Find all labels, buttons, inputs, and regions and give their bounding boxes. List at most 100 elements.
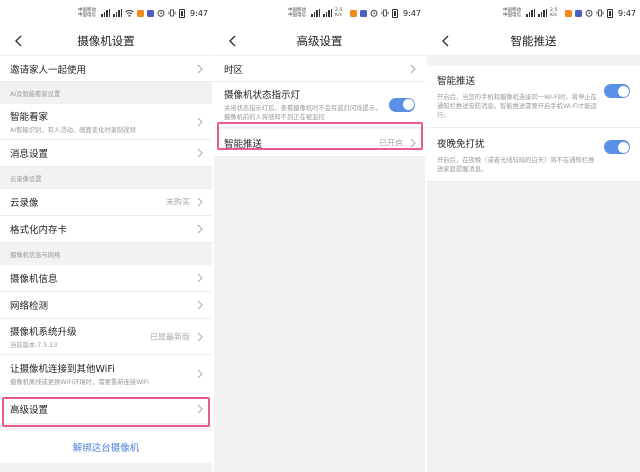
vibrate-icon xyxy=(168,9,176,17)
chevron-right-icon xyxy=(410,138,416,147)
status-time: 9:47 xyxy=(403,8,421,18)
invite-family-row[interactable]: 邀请家人一起使用 xyxy=(0,56,212,82)
battery-icon xyxy=(179,8,186,18)
back-arrow-icon[interactable] xyxy=(439,34,453,48)
status-bar: 中国移动 中国电信 2.5 K/s 9:47 xyxy=(427,0,640,26)
cloud-recording-label: 云录像 xyxy=(10,198,39,209)
advanced-settings-screen: 中国移动 中国电信 2.5 K/s 9:47 高级设置 时区 摄像机状态指示灯 关… xyxy=(214,0,425,472)
app-notification-icon xyxy=(575,9,583,17)
nav-bar: 高级设置 xyxy=(214,26,425,56)
page-title: 智能推送 xyxy=(510,33,557,48)
nav-bar: 摄像机设置 xyxy=(0,26,212,56)
status-indicator-desc: 关闭状态指示灯后，查看摄像机时不会有蓝灯闪烁提示，摄像机前的人将感知不到正在被监… xyxy=(224,105,382,121)
smart-push-label: 智能推送 xyxy=(224,138,263,150)
page-title: 摄像机设置 xyxy=(77,33,135,48)
smart-push-screen: 中国移动 中国电信 2.5 K/s 9:47 智能推送 智能推送 开启后，当您的手… xyxy=(427,0,640,472)
status-indicator-row: 摄像机状态指示灯 关闭状态指示灯后，查看摄像机时不会有蓝灯闪烁提示，摄像机前的人… xyxy=(214,82,425,128)
chevron-right-icon xyxy=(197,117,203,126)
chevron-right-icon xyxy=(197,224,203,234)
advanced-settings-row[interactable]: 高级设置 xyxy=(0,394,212,424)
alarm-icon xyxy=(585,9,593,17)
message-settings-label: 消息设置 xyxy=(10,149,49,160)
chevron-right-icon xyxy=(410,64,416,73)
page-title: 高级设置 xyxy=(296,33,343,48)
connect-wifi-row[interactable]: 让摄像机连接到其他WiFi 摄像机离线或更换WiFi环境时，需要重新连接WiFi xyxy=(0,355,212,394)
night-dnd-setting: 夜晚免打扰 开启后，在夜晚（或者光线较暗的白天）将不在通知栏推送家庭提醒消息。 xyxy=(427,128,640,182)
connect-wifi-desc: 摄像机离线或更换WiFi环境时，需要重新连接WiFi xyxy=(10,379,149,386)
firmware-status: 已是最新版 xyxy=(150,332,190,341)
smart-guard-desc: AI智能识别，有人活动、画面变化时录制视频 xyxy=(10,126,136,134)
smart-push-status: 已开启 xyxy=(379,138,403,147)
signal-icon xyxy=(323,9,333,17)
carrier-labels: 中国移动 中国电信 xyxy=(288,8,307,18)
carrier-labels: 中国移动 中国电信 xyxy=(503,8,522,18)
signal-icon xyxy=(101,9,111,17)
status-bar: 中国移动 中国电信 9:47 xyxy=(0,0,212,26)
smart-push-setting: 智能推送 开启后，当您的手机和摄像机连接同一Wi-Fi时，将停止在通知栏推送安防… xyxy=(427,66,640,128)
back-arrow-icon[interactable] xyxy=(12,34,26,48)
camera-settings-screen: 中国移动 中国电信 9:47 摄像机设置 邀请家人一起使用 AI及智能看家设置 智… xyxy=(0,0,212,472)
smart-guard-row[interactable]: 智能看家 AI智能识别，有人活动、画面变化时录制视频 xyxy=(0,104,212,140)
camera-info-label: 摄像机信息 xyxy=(10,274,58,285)
status-time: 9:47 xyxy=(190,8,208,18)
app-notification-icon xyxy=(565,9,573,17)
smart-push-row[interactable]: 智能推送 已开启 xyxy=(214,129,425,157)
screens: 中国移动 中国电信 9:47 摄像机设置 邀请家人一起使用 AI及智能看家设置 智… xyxy=(0,0,640,472)
battery-icon xyxy=(607,8,614,18)
section-cloud: 云录像设置 xyxy=(0,167,212,189)
app-notification-icon xyxy=(360,9,368,17)
network-speed: 2.5 K/s xyxy=(335,8,343,18)
alarm-icon xyxy=(370,9,378,17)
chevron-right-icon xyxy=(197,273,203,283)
camera-info-row[interactable]: 摄像机信息 xyxy=(0,265,212,292)
unbind-camera-button[interactable]: 解绑这台摄像机 xyxy=(0,431,212,463)
smart-push-toggle[interactable] xyxy=(604,84,630,98)
signal-icon xyxy=(526,9,536,17)
network-check-row[interactable]: 网络检测 xyxy=(0,292,212,319)
format-sd-label: 格式化内存卡 xyxy=(10,225,68,236)
smart-guard-label: 智能看家 xyxy=(10,111,49,123)
cloud-recording-value: 未购买 xyxy=(166,197,190,207)
invite-family-label: 邀请家人一起使用 xyxy=(10,64,87,76)
cloud-recording-row[interactable]: 云录像 未购买 xyxy=(0,189,212,216)
chevron-right-icon xyxy=(197,148,203,158)
night-dnd-desc: 开启后，在夜晚（或者光线较暗的白天）将不在通知栏推送家庭提醒消息。 xyxy=(437,156,595,173)
night-dnd-label: 夜晚免打扰 xyxy=(437,138,485,150)
network-check-label: 网络检测 xyxy=(10,301,49,312)
night-dnd-toggle[interactable] xyxy=(604,140,630,154)
format-sd-row[interactable]: 格式化内存卡 xyxy=(0,216,212,243)
network-speed: 2.5 K/s xyxy=(550,8,558,18)
connect-wifi-label: 让摄像机连接到其他WiFi xyxy=(10,364,115,375)
chevron-right-icon xyxy=(197,369,203,379)
status-indicator-toggle[interactable] xyxy=(389,97,415,112)
signal-icon xyxy=(311,9,321,17)
app-notification-icon xyxy=(137,9,145,17)
nav-bar: 智能推送 xyxy=(427,26,640,56)
app-notification-icon xyxy=(147,9,155,17)
firmware-upgrade-row[interactable]: 摄像机系统升级 当前版本:7.5.13 已是最新版 xyxy=(0,319,212,355)
battery-icon xyxy=(392,8,399,18)
carrier-labels: 中国移动 中国电信 xyxy=(78,8,97,18)
app-notification-icon xyxy=(350,9,358,17)
chevron-right-icon xyxy=(197,332,203,341)
timezone-row[interactable]: 时区 xyxy=(214,56,425,82)
wifi-icon xyxy=(125,10,134,17)
alarm-icon xyxy=(157,9,165,17)
section-info: 摄像机信息与网络 xyxy=(0,243,212,265)
chevron-right-icon xyxy=(197,64,203,73)
smart-push-desc: 开启后，当您的手机和摄像机连接同一Wi-Fi时，将停止在通知栏推送安防消息。智能… xyxy=(437,94,597,119)
signal-icon xyxy=(113,9,123,17)
status-time: 9:47 xyxy=(618,8,636,18)
section-ai: AI及智能看家设置 xyxy=(0,82,212,104)
status-indicator-label: 摄像机状态指示灯 xyxy=(224,90,301,101)
back-arrow-icon[interactable] xyxy=(226,34,240,48)
vibrate-icon xyxy=(596,9,604,17)
signal-icon xyxy=(538,9,548,17)
smart-push-label: 智能推送 xyxy=(437,76,476,87)
advanced-settings-label: 高级设置 xyxy=(10,404,49,416)
message-settings-row[interactable]: 消息设置 xyxy=(0,140,212,167)
timezone-label: 时区 xyxy=(224,64,244,76)
chevron-right-icon xyxy=(197,404,203,413)
vibrate-icon xyxy=(381,9,389,17)
